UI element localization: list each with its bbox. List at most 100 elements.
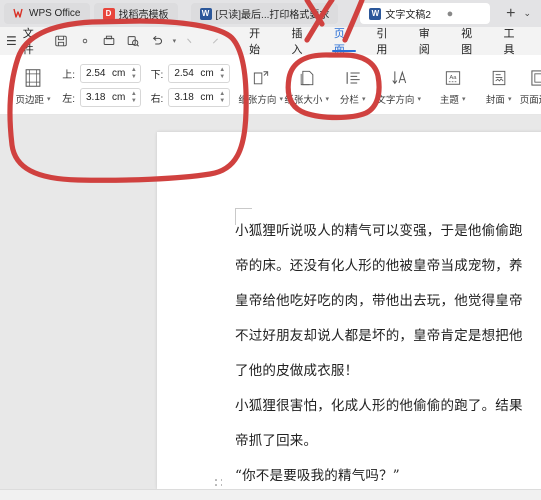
paper-size-label: 纸张大小 ▾: [284, 92, 329, 106]
quick-access-toolbar: ☰ 文件 ▾: [6, 25, 224, 57]
docer-icon: D: [102, 7, 115, 20]
page-margins-label: 页边距 ▾: [15, 92, 50, 106]
window-tab-bar: WPS Office D 找稻壳模板 W [只读]最后...打印格式要求 W 文…: [0, 0, 541, 27]
tab-wenzi-wengao-2[interactable]: W 文字文稿2 ●: [360, 3, 491, 24]
ribbon-tab-reference[interactable]: 引用: [365, 28, 407, 56]
document-paragraph: 小狐狸听说吸人的精气可以变强，于是他偷偷跑: [235, 223, 523, 239]
ribbon-tab-review[interactable]: 审阅: [408, 28, 450, 56]
margin-bottom-input[interactable]: 2.54 cm ▲ ▼: [168, 64, 230, 83]
paper-orientation-label: 纸张方向 ▾: [238, 92, 283, 106]
margin-top-input[interactable]: 2.54 cm ▲ ▼: [80, 64, 142, 83]
new-tab-button[interactable]: +: [506, 5, 515, 22]
margin-right-stepper[interactable]: ▲ ▼: [218, 89, 227, 106]
paper-orientation-button[interactable]: 纸张方向 ▾: [238, 55, 284, 114]
ribbon-tab-insert[interactable]: 插入: [281, 28, 323, 56]
svg-text:Aa: Aa: [449, 75, 457, 81]
margin-top-label: 上:: [62, 70, 75, 81]
page-margin-icon: [22, 67, 44, 89]
label-text: 纸张方向: [238, 95, 277, 106]
margin-right-value: 3.18: [174, 92, 194, 103]
tab-label: WPS Office: [29, 8, 81, 19]
theme-icon: Aa: [442, 67, 464, 89]
margin-right-input[interactable]: 3.18 cm ▲ ▼: [168, 88, 230, 107]
text-direction-button[interactable]: 文字方向 ▾: [376, 55, 422, 114]
margin-left-stepper[interactable]: ▲ ▼: [129, 89, 138, 106]
page-border-icon: [528, 67, 541, 89]
columns-label: 分栏 ▾: [340, 92, 366, 106]
ribbon-tab-tools[interactable]: 工具: [493, 28, 535, 56]
document-paragraph: 皇帝给他吃好吃的肉，带他出去玩，他觉得皇帝: [235, 293, 523, 309]
text-direction-icon: [388, 67, 410, 89]
columns-button[interactable]: 分栏 ▾: [330, 55, 376, 114]
chevron-down-icon[interactable]: ▾: [325, 95, 329, 103]
tab-wps-office[interactable]: WPS Office: [4, 3, 90, 24]
tab-label: [只读]最后...打印格式要求: [215, 10, 330, 21]
page-ribbon-toolbar: 页边距 ▾ 上: 2.54 cm ▲ ▼ 下: 2.54 cm ▲ ▼ 左: 3…: [0, 55, 541, 115]
print-icon[interactable]: [100, 32, 118, 51]
undo-caret-icon[interactable]: ▾: [173, 37, 177, 45]
page-border-label: 页面边框: [519, 95, 541, 106]
paper-size-icon: [296, 67, 318, 89]
document-paragraph: 帝抓了回来。: [235, 433, 318, 449]
label-text: 纸张大小: [284, 95, 323, 106]
page-border-button[interactable]: 页面边框: [519, 55, 541, 114]
margin-bottom-label: 下:: [150, 70, 164, 81]
chevron-down-icon[interactable]: ▾: [47, 95, 51, 103]
hamburger-menu-icon[interactable]: ☰: [6, 34, 17, 48]
back-icon[interactable]: [206, 32, 224, 51]
ribbon-tabs: 开始 插入 页面 引用 审阅 视图 工具: [238, 28, 535, 56]
cover-page-label: 封面 ▾: [486, 92, 512, 106]
page-margins-group: 页边距 ▾ 上: 2.54 cm ▲ ▼ 下: 2.54 cm ▲ ▼ 左: 3…: [8, 55, 230, 114]
margin-left-label: 左:: [62, 94, 75, 105]
tab-bar-controls: + ⌄: [506, 5, 537, 22]
tab-readonly-print-format[interactable]: W [只读]最后...打印格式要求: [190, 3, 339, 24]
ribbon-tab-page[interactable]: 页面: [323, 28, 365, 56]
save-icon[interactable]: [52, 32, 70, 51]
margin-bottom-stepper[interactable]: ▲ ▼: [218, 65, 227, 82]
margin-right-label: 右:: [150, 94, 164, 105]
margin-top-unit: cm: [112, 68, 126, 79]
paper-size-button[interactable]: 纸张大小 ▾: [284, 55, 330, 114]
chevron-down-icon[interactable]: ▾: [508, 95, 512, 103]
theme-button[interactable]: Aa 主题 ▾: [430, 55, 476, 114]
file-menu-button[interactable]: 文件: [23, 25, 44, 57]
tab-label: 找稻壳模板: [118, 10, 169, 21]
chevron-down-icon[interactable]: ▾: [362, 95, 366, 103]
margin-top-stepper[interactable]: ▲ ▼: [129, 65, 138, 82]
undo-icon[interactable]: [148, 32, 166, 51]
cloud-sync-icon[interactable]: [76, 32, 94, 51]
page-margins-button[interactable]: 页边距 ▾: [8, 55, 58, 114]
wps-logo-icon: [13, 8, 25, 20]
ribbon-tab-view[interactable]: 视图: [450, 28, 492, 56]
chevron-down-icon[interactable]: ⌄: [523, 8, 531, 19]
word-doc-icon: W: [369, 7, 382, 20]
cover-page-button[interactable]: 封面 ▾: [476, 55, 522, 114]
chevron-down-icon[interactable]: ▾: [279, 95, 283, 103]
document-work-area: 小狐狸听说吸人的精气可以变强，于是他偷偷跑 帝的床。还没有化人形的他被皇帝当成宠…: [0, 115, 541, 500]
document-paragraph: 小狐狸很害怕，化成人形的他偷偷的跑了。结果: [235, 398, 523, 414]
margin-bottom-value: 2.54: [174, 68, 194, 79]
redo-icon[interactable]: [182, 32, 200, 51]
columns-icon: [342, 67, 364, 89]
tab-docer-template[interactable]: D 找稻壳模板: [93, 3, 178, 24]
status-bar: [0, 489, 541, 500]
document-paragraph: 了他的皮做成衣服！: [235, 363, 359, 379]
text-direction-label: 文字方向 ▾: [376, 92, 421, 106]
label-text: 文字方向: [376, 95, 415, 106]
chevron-down-icon[interactable]: ▾: [462, 95, 466, 103]
label-text: 分栏: [339, 95, 359, 106]
page-margin-fields: 上: 2.54 cm ▲▼ 下: 2.54 cm ▲▼ 左: 3.18 cm: [58, 55, 230, 114]
ribbon-tab-start[interactable]: 开始: [238, 28, 280, 56]
paper-orientation-icon: [250, 67, 272, 89]
margin-right-unit: cm: [200, 92, 214, 103]
chevron-down-icon[interactable]: ▾: [417, 95, 421, 103]
cover-page-icon: [488, 67, 510, 89]
document-paragraph: 帝的床。还没有化人形的他被皇帝当成宠物，养: [235, 258, 523, 274]
margin-left-input[interactable]: 3.18 cm ▲ ▼: [80, 88, 142, 107]
margin-row-top-bottom: 上: 2.54 cm ▲ ▼ 下: 2.54 cm ▲ ▼: [58, 64, 230, 83]
document-page[interactable]: 小狐狸听说吸人的精气可以变强，于是他偷偷跑 帝的床。还没有化人形的他被皇帝当成宠…: [157, 132, 541, 500]
document-body-text[interactable]: 小狐狸听说吸人的精气可以变强，于是他偷偷跑 帝的床。还没有化人形的他被皇帝当成宠…: [235, 214, 541, 500]
word-doc-icon: W: [199, 7, 212, 20]
tab-close-icon[interactable]: ●: [445, 8, 455, 19]
print-preview-icon[interactable]: [124, 32, 142, 51]
